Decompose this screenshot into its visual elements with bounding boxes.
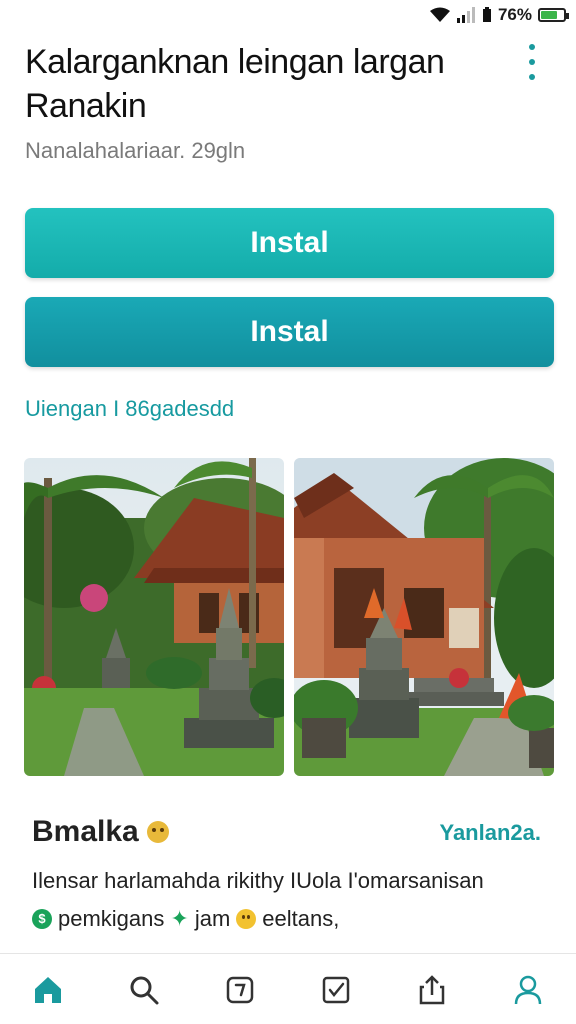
- nav-search[interactable]: [114, 960, 174, 1020]
- nav-home[interactable]: [18, 960, 78, 1020]
- battery-percent: 76%: [497, 5, 532, 24]
- review-word-2: jam: [194, 906, 231, 931]
- status-bar: 76%: [0, 0, 576, 30]
- leaf-icon: ✦: [170, 906, 189, 931]
- battery-level-fill: [541, 11, 558, 19]
- review-more-link[interactable]: Yanlan2a.: [439, 820, 541, 846]
- home-icon: [35, 976, 61, 1003]
- search-icon: [130, 976, 159, 1004]
- money-badge-icon: $: [32, 909, 52, 929]
- app-detail-page: 76% Kalarganknan leingan largan Ranakin …: [0, 0, 576, 1024]
- battery-icon: [538, 8, 569, 22]
- tropical-house-image: [294, 458, 554, 776]
- emoji-icon: [146, 821, 169, 843]
- battery-saver-icon: [482, 7, 492, 23]
- nav-share[interactable]: [402, 960, 462, 1020]
- bottom-navigation: [0, 953, 576, 1024]
- more-vertical-icon[interactable]: [522, 44, 542, 80]
- details-link[interactable]: Uiengan I 86gadesdd: [25, 396, 234, 422]
- app-subtitle: Nanalahalariaar. 29gln: [25, 138, 246, 163]
- tropical-house-image: [24, 458, 284, 776]
- nav-notes[interactable]: [210, 960, 270, 1020]
- review-text-line-1: Ilensar harlamahda rikithy IUola I'omars…: [32, 868, 484, 893]
- review-text-line-2: $ pemkigans ✦ jam eeltans,: [32, 906, 339, 932]
- review-word-3: eeltans,: [262, 906, 340, 931]
- profile-icon: [514, 975, 542, 1004]
- review-author: Bmalka: [32, 815, 169, 849]
- smile-icon: [236, 909, 257, 929]
- screenshot-thumbnail-2[interactable]: [294, 458, 554, 776]
- nav-tasks[interactable]: [306, 960, 366, 1020]
- share-icon: [419, 974, 445, 1004]
- checkbox-icon: [322, 976, 350, 1003]
- wifi-icon: [429, 7, 450, 23]
- note-icon: [226, 976, 254, 1003]
- nav-profile[interactable]: [498, 960, 558, 1020]
- install-button-secondary[interactable]: Instal: [25, 297, 554, 367]
- signal-icon: [456, 7, 476, 23]
- install-button-primary[interactable]: Instal: [25, 208, 554, 278]
- review-word-1: pemkigans: [58, 906, 165, 931]
- screenshot-thumbnail-1[interactable]: [24, 458, 284, 776]
- app-title: Kalarganknan leingan largan Ranakin: [25, 43, 445, 125]
- review-author-name: Bmalka: [32, 815, 139, 848]
